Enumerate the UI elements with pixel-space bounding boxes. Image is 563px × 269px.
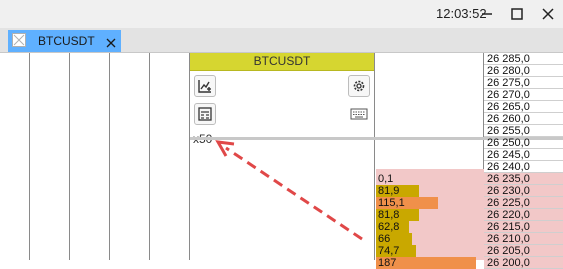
tab-btcusdt[interactable]: BTCUSDT — [8, 30, 121, 52]
tab-bar: BTCUSDT — [0, 28, 563, 53]
window-icon — [12, 33, 26, 47]
close-tab-icon[interactable] — [106, 35, 116, 48]
close-icon[interactable] — [539, 5, 557, 23]
title-bar: 12:03:52 — [0, 0, 563, 28]
minimize-icon[interactable] — [478, 5, 496, 23]
tab-label: BTCUSDT — [38, 34, 95, 48]
maximize-icon[interactable] — [508, 5, 526, 23]
workspace: BTCUSDT x50 0,181,9115,181,862,86674,718… — [0, 53, 563, 269]
annotation-arrow — [215, 140, 363, 241]
